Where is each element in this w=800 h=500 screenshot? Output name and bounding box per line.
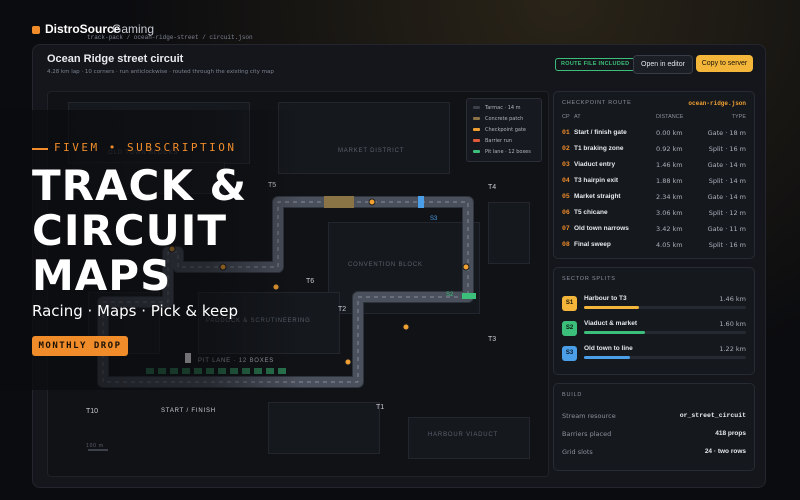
map-legend: Tarmac · 14 m Concrete patch Checkpoint … [466, 98, 542, 162]
sector-tag: S1 [562, 296, 577, 311]
sector-2-marker [462, 293, 476, 299]
editor-window: Ocean Ridge street circuit 4.28 km lap ·… [32, 44, 766, 488]
legend-swatch [473, 150, 480, 153]
sector-3-label: S3 [430, 216, 438, 222]
table-row[interactable]: 02 T1 braking zone 0.92 km Split · 16 m [554, 142, 754, 156]
legend-swatch [473, 106, 480, 109]
sector-length: 1.60 km [719, 320, 746, 328]
table-row[interactable]: 01 Start / finish gate 0.00 km Gate · 18 m [554, 126, 754, 140]
legend-swatch [473, 117, 480, 120]
table-row[interactable]: 06 T5 chicane 3.06 km Split · 12 m [554, 206, 754, 220]
concrete-patch [324, 196, 354, 208]
brand-logo-icon [32, 26, 40, 34]
table-row[interactable]: 05 Market straight 2.34 km Gate · 14 m [554, 190, 754, 204]
page-title: Ocean Ridge street circuit [47, 53, 184, 65]
build-row: Stream resource or_street_circuit [562, 412, 746, 420]
table-row[interactable]: 07 Old town narrows 3.42 km Gate · 11 m [554, 222, 754, 236]
sector-splits-panel: SECTOR SPLITS S1 Harbour to T3 1.46 km S… [553, 267, 755, 375]
start-finish-label: START / FINISH [161, 408, 216, 414]
table-row[interactable]: 03 Viaduct entry 1.46 km Gate · 14 m [554, 158, 754, 172]
corner-label-t2: T2 [338, 306, 347, 313]
checkpoint-marker [272, 283, 280, 291]
col-header-distance: DISTANCE [656, 114, 684, 120]
build-panel: BUILD Stream resource or_street_circuit B… [553, 383, 755, 471]
legend-item: Pit lane · 12 boxes [473, 148, 531, 156]
sector-name: Harbour to T3 [584, 295, 627, 302]
corner-label-t6: T6 [306, 278, 315, 285]
checkpoint-marker [402, 323, 410, 331]
sector-progress-fill [584, 306, 640, 309]
sector-2-label: S2 [446, 292, 454, 298]
legend-swatch [473, 139, 480, 142]
checkpoint-marker [344, 358, 352, 366]
sector-tag: S2 [562, 321, 577, 336]
pit-lane-label: PIT LANE · 12 BOXES [198, 358, 275, 364]
route-file-name[interactable]: ocean-ridge.json [688, 100, 746, 107]
sector-length: 1.22 km [719, 345, 746, 353]
legend-swatch [473, 128, 480, 131]
legend-item: Concrete patch [473, 115, 523, 123]
col-header-type: TYPE [731, 114, 746, 120]
open-in-editor-button[interactable]: Open in editor [633, 55, 693, 74]
sector-name: Old town to line [584, 345, 633, 352]
track-map[interactable]: MARKET DISTRICT OLD TOWN BLOCKS CONVENTI… [47, 91, 549, 477]
sector-name: Viaduct & market [584, 320, 637, 327]
track-surface [98, 197, 473, 387]
sector-progress-fill [584, 331, 645, 334]
sector-progress-track [584, 306, 746, 309]
checkpoint-route-title: CHECKPOINT ROUTE [562, 100, 632, 106]
checkpoint-marker [368, 198, 376, 206]
sector-splits-title: SECTOR SPLITS [562, 276, 616, 282]
build-title: BUILD [562, 392, 583, 398]
col-header-at: AT [574, 114, 581, 120]
checkpoint-marker [219, 263, 227, 271]
copy-to-server-button[interactable]: Copy to server [696, 55, 753, 72]
sector-row[interactable]: S3 Old town to line 1.22 km [562, 344, 746, 364]
page-subtitle: 4.28 km lap · 10 corners · run anticlock… [47, 69, 274, 75]
corner-label-t3: T3 [488, 336, 497, 343]
legend-item: Barrier run [473, 137, 512, 145]
checkpoint-marker [168, 245, 176, 253]
legend-item: Checkpoint gate [473, 126, 526, 134]
corner-label-t1: T1 [376, 404, 385, 411]
sector-tag: S3 [562, 346, 577, 361]
build-row: Barriers placed 418 props [562, 430, 746, 438]
col-header-cp: CP [562, 114, 570, 120]
sector-progress-track [584, 331, 746, 334]
corner-label-t5: T5 [268, 182, 277, 189]
sector-3-marker [418, 196, 424, 208]
checkpoint-route-panel: CHECKPOINT ROUTE ocean-ridge.json CP AT … [553, 91, 755, 259]
legend-item: Tarmac · 14 m [473, 104, 521, 112]
scale-label: 100 m [86, 443, 104, 449]
checkpoint-markers [168, 198, 470, 366]
sector-progress-fill [584, 356, 631, 359]
corner-label-t4: T4 [488, 184, 497, 191]
sector-length: 1.46 km [719, 295, 746, 303]
corner-label-t10: T10 [86, 408, 99, 415]
sector-row[interactable]: S2 Viaduct & market 1.60 km [562, 319, 746, 339]
route-file-badge: ROUTE FILE INCLUDED [555, 58, 636, 71]
table-row[interactable]: 04 T3 hairpin exit 1.88 km Split · 14 m [554, 174, 754, 188]
pit-lane-boxes [146, 368, 286, 374]
build-row: Grid slots 24 · two rows [562, 448, 746, 456]
sector-row[interactable]: S1 Harbour to T3 1.46 km [562, 294, 746, 314]
start-finish-line [185, 353, 191, 363]
checkpoint-marker [462, 263, 470, 271]
table-row[interactable]: 08 Final sweep 4.05 km Split · 16 m [554, 238, 754, 252]
sector-progress-track [584, 356, 746, 359]
breadcrumb: track-pack / ocean-ridge-street / circui… [87, 34, 253, 41]
